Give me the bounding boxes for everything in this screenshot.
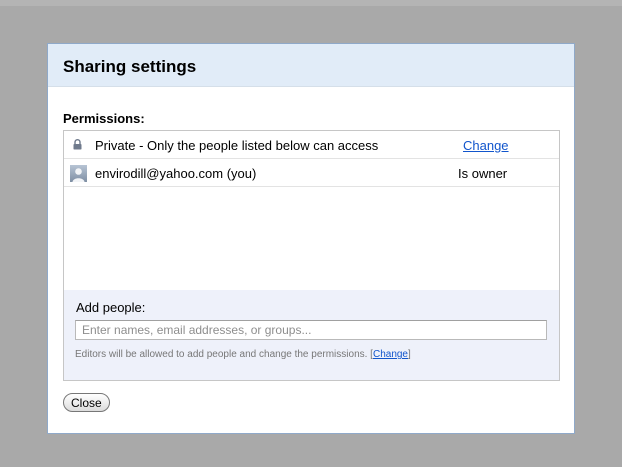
sharing-settings-dialog: Sharing settings Permissions: Private - … xyxy=(47,43,575,434)
add-people-label: Add people: xyxy=(76,300,146,315)
avatar-icon xyxy=(70,165,87,182)
overlay-top-edge xyxy=(0,0,622,6)
close-button[interactable]: Close xyxy=(63,393,110,412)
editors-note: Editors will be allowed to add people an… xyxy=(75,349,411,360)
permissions-list: Private - Only the people listed below c… xyxy=(63,130,560,381)
lock-icon xyxy=(73,139,82,150)
editors-note-suffix: ] xyxy=(408,349,411,360)
add-people-input[interactable] xyxy=(75,320,547,340)
person-row-owner: envirodill@yahoo.com (you) Is owner xyxy=(64,159,559,187)
person-email: envirodill@yahoo.com (you) xyxy=(95,166,257,181)
dialog-header: Sharing settings xyxy=(48,44,574,87)
editors-change-link[interactable]: Change xyxy=(373,349,408,360)
permissions-label: Permissions: xyxy=(63,111,145,126)
change-visibility-link[interactable]: Change xyxy=(463,138,509,153)
visibility-row: Private - Only the people listed below c… xyxy=(64,131,559,159)
person-role: Is owner xyxy=(458,166,508,181)
add-people-section: Add people: Editors will be allowed to a… xyxy=(64,290,559,380)
visibility-text: Private - Only the people listed below c… xyxy=(95,138,379,153)
dialog-title: Sharing settings xyxy=(63,57,197,76)
editors-note-text: Editors will be allowed to add people an… xyxy=(75,349,373,360)
